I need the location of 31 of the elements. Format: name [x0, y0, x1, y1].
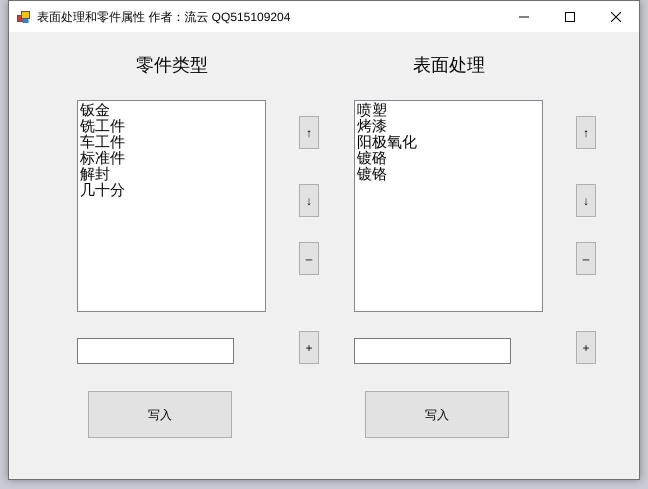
list-item[interactable]: 镀硌 [357, 150, 387, 166]
list-item[interactable]: 烤漆 [357, 118, 387, 134]
side-button[interactable]: + [576, 331, 596, 364]
side-button[interactable]: ↑ [299, 116, 319, 149]
text-field[interactable] [354, 338, 511, 364]
window-title: 表面处理和零件属性 作者：流云 QQ515109204 [37, 8, 290, 26]
list-item[interactable]: 喷塑 [357, 102, 387, 118]
list-item[interactable]: 钣金 [80, 102, 110, 118]
side-button[interactable]: – [576, 242, 596, 275]
side-button[interactable]: – [299, 242, 319, 275]
side-button[interactable]: ↓ [576, 184, 596, 217]
write-button[interactable]: 写入 [365, 391, 509, 438]
list-item[interactable]: 标准件 [80, 150, 125, 166]
text-field[interactable] [77, 338, 234, 364]
write-button[interactable]: 写入 [88, 391, 232, 438]
list-heading: 零件类型 [136, 54, 208, 76]
side-button[interactable]: ↓ [299, 184, 319, 217]
side-button[interactable]: ↑ [576, 116, 596, 149]
list-item[interactable]: 铣工件 [80, 118, 125, 134]
side-button[interactable]: + [299, 331, 319, 364]
list-heading: 表面处理 [413, 54, 485, 76]
list-item[interactable]: 阳极氧化 [357, 134, 417, 150]
app-icon [17, 10, 31, 24]
list-item[interactable]: 解封 [80, 166, 110, 182]
list-item[interactable]: 车工件 [80, 134, 125, 150]
list-box[interactable]: 喷塑 烤漆 阳极氧化 镀硌 镀铬 [354, 100, 543, 312]
list-box[interactable]: 钣金 铣工件 车工件 标准件 解封 几十分 [77, 100, 266, 312]
maximize-icon [565, 12, 575, 22]
close-icon [611, 12, 621, 22]
list-item[interactable]: 镀铬 [357, 166, 387, 182]
list-item[interactable]: 几十分 [80, 182, 125, 198]
